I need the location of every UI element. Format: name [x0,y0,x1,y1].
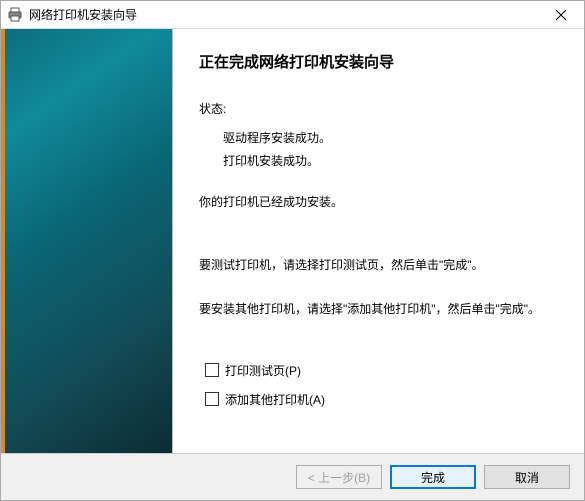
finish-button[interactable]: 完成 [390,465,476,489]
main-panel: 正在完成网络打印机安装向导 状态: 驱动程序安装成功。 打印机安装成功。 你的打… [173,29,584,453]
status-printer: 打印机安装成功。 [223,150,566,173]
back-button: < 上一步(B) [296,465,382,489]
wizard-sidebar [1,29,173,453]
checkbox-group: 打印测试页(P) 添加其他打印机(A) [199,362,566,420]
close-button[interactable] [540,2,582,28]
checkbox-print-test[interactable]: 打印测试页(P) [205,362,566,379]
status-lines: 驱动程序安装成功。 打印机安装成功。 [199,127,566,173]
instruction-add: 要安装其他打印机，请选择"添加其他打印机"，然后单击"完成"。 [199,300,566,318]
checkbox-add-other[interactable]: 添加其他打印机(A) [205,391,566,408]
cancel-button[interactable]: 取消 [484,465,570,489]
success-message: 你的打印机已经成功安装。 [199,193,566,210]
checkbox-label: 添加其他打印机(A) [225,391,325,408]
checkbox-label: 打印测试页(P) [225,362,301,379]
content-area: 正在完成网络打印机安装向导 状态: 驱动程序安装成功。 打印机安装成功。 你的打… [1,29,584,454]
wizard-window: 网络打印机安装向导 正在完成网络打印机安装向导 状态: 驱动程序安装成功。 打印… [0,0,585,501]
titlebar: 网络打印机安装向导 [1,1,584,29]
status-label: 状态: [199,100,566,117]
checkbox-box-icon [205,363,219,377]
instruction-test: 要测试打印机，请选择打印测试页，然后单击"完成"。 [199,256,566,274]
window-title: 网络打印机安装向导 [29,6,540,23]
page-heading: 正在完成网络打印机安装向导 [199,51,566,72]
status-driver: 驱动程序安装成功。 [223,127,566,150]
printer-icon [7,7,23,23]
checkbox-box-icon [205,392,219,406]
footer-buttons: < 上一步(B) 完成 取消 [1,454,584,500]
